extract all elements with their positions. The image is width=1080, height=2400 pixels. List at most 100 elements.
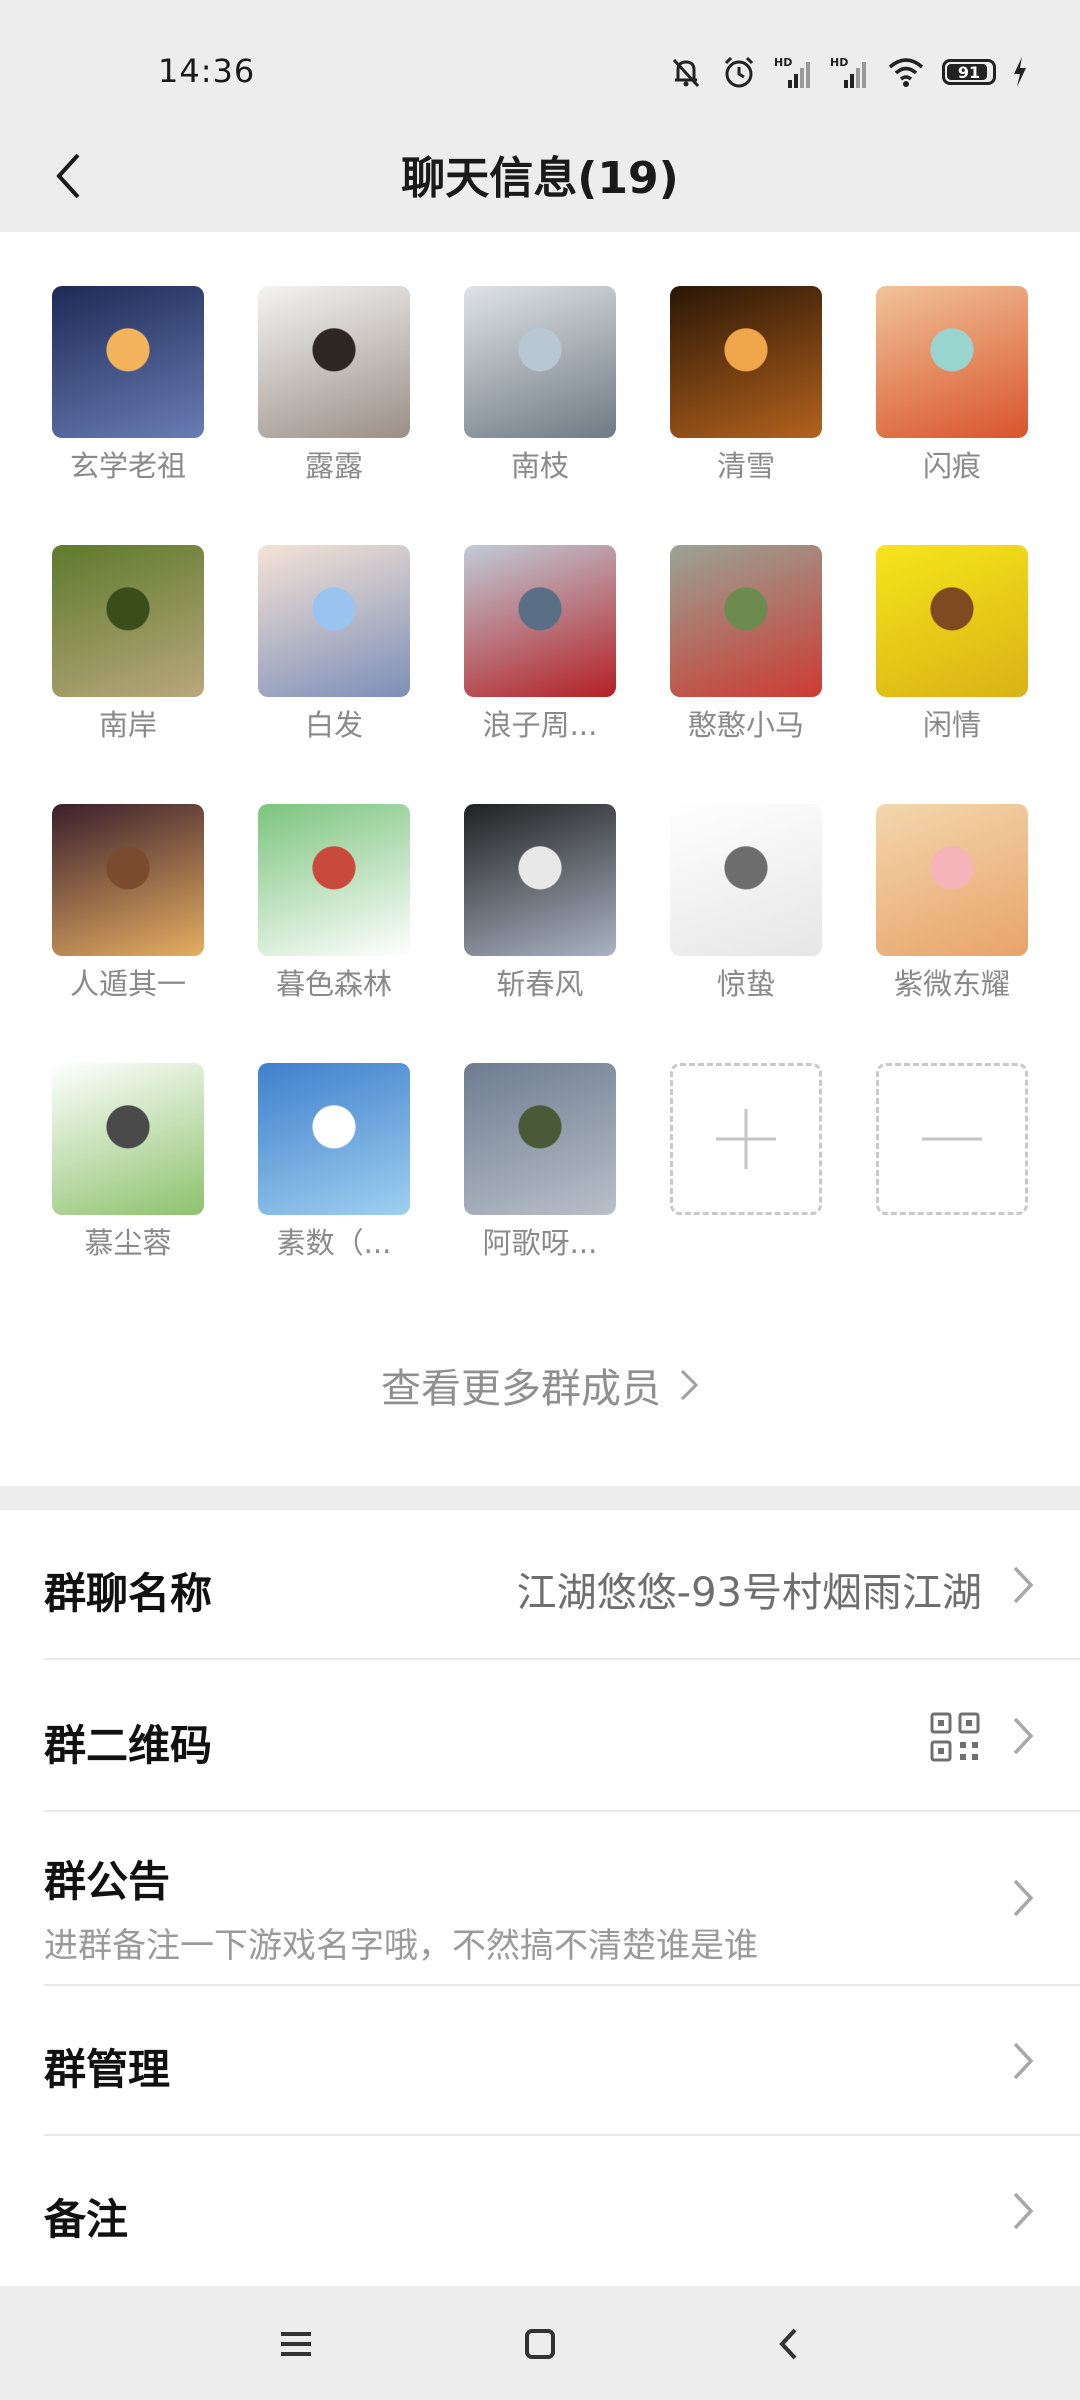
member-item[interactable]: 暮色森林 [258,804,410,1004]
member-item[interactable]: 闲情 [876,545,1028,745]
announcement-label: 群公告 [44,1857,171,1906]
battery-level: 91 [957,62,981,82]
view-more-members-label: 查看更多群成员 [381,1366,661,1412]
chevron-right-icon [1013,1879,1034,1917]
member-avatar[interactable] [670,286,822,438]
member-avatar[interactable] [464,545,616,697]
qr-code-label: 群二维码 [44,1721,213,1770]
member-name: 玄学老祖 [69,449,186,483]
member-avatar[interactable] [52,804,204,956]
alarm-icon [724,56,754,88]
member-item[interactable]: 清雪 [670,286,822,486]
member-item[interactable]: 慕尘蓉 [52,1063,204,1263]
chevron-right-icon [1013,2192,1034,2230]
announcement-text: 进群备注一下游戏名字哦，不然搞不清楚谁是谁 [44,1926,758,1966]
member-item[interactable]: 南岸 [52,545,204,745]
add-member-button[interactable] [670,1063,822,1215]
qr-code-icon [930,1712,980,1762]
member-avatar[interactable] [464,1063,616,1215]
member-avatar[interactable] [876,804,1028,956]
member-item[interactable]: 憨憨小马 [670,545,822,745]
group-management-row[interactable]: 群管理 [0,1986,1080,2136]
member-name: 人遁其一 [69,967,186,1001]
member-name: 闲情 [922,708,981,742]
page-title: 聊天信息(19) [401,153,679,204]
member-item[interactable]: 惊蛰 [670,804,822,1004]
member-name: 南枝 [510,449,569,483]
chevron-right-icon [1013,1717,1034,1755]
system-back-button[interactable] [758,2314,818,2374]
settings-list: 群聊名称 江湖悠悠-93号村烟雨江湖 群二维码 群公告 进群备注一下游戏名字哦，… [0,1510,1080,2286]
member-item[interactable]: 阿歌呀... [464,1063,616,1263]
bell-off-icon [672,58,700,88]
view-more-members-button[interactable]: 查看更多群成员 [0,1356,1080,1414]
system-nav-bar [0,2286,1080,2400]
member-name: 露露 [304,449,363,483]
remark-label: 备注 [44,2195,129,2244]
member-name: 南岸 [98,708,157,742]
member-name: 闪痕 [922,449,981,483]
member-name: 浪子周... [482,708,598,742]
member-item[interactable]: 紫微东耀 [876,804,1028,1004]
remove-member-button[interactable] [876,1063,1028,1215]
member-avatar[interactable] [464,286,616,438]
member-item[interactable]: 玄学老祖 [52,286,204,486]
member-name: 慕尘蓉 [84,1226,172,1260]
member-item[interactable]: 南枝 [464,286,616,486]
member-avatar[interactable] [52,545,204,697]
home-button[interactable] [510,2314,570,2374]
member-name: 憨憨小马 [687,708,804,742]
chevron-right-icon [680,1369,699,1401]
member-avatar[interactable] [464,804,616,956]
member-avatar[interactable] [258,545,410,697]
member-item[interactable]: 闪痕 [876,286,1028,486]
svg-text:HD: HD [830,56,848,69]
group-name-row[interactable]: 群聊名称 江湖悠悠-93号村烟雨江湖 [0,1510,1080,1660]
member-name: 暮色森林 [275,967,392,1001]
hd-signal-icon-2: HD [830,56,866,88]
remove-member-tile[interactable] [876,1063,1028,1215]
member-avatar[interactable] [258,804,410,956]
member-avatar[interactable] [52,286,204,438]
menu-button[interactable] [266,2314,326,2374]
member-avatar[interactable] [876,545,1028,697]
home-icon [525,2329,555,2359]
member-item[interactable]: 白发 [258,545,410,745]
svg-text:HD: HD [774,56,792,69]
announcement-row[interactable]: 群公告 进群备注一下游戏名字哦，不然搞不清楚谁是谁 [0,1812,1080,1986]
member-item[interactable]: 浪子周... [464,545,616,745]
status-time: 14:36 [158,52,256,90]
back-icon [779,2328,797,2360]
status-icons: HD HD 91 [668,50,1028,94]
member-name: 阿歌呀... [482,1226,598,1260]
member-item[interactable]: 人遁其一 [52,804,204,1004]
group-management-label: 群管理 [44,2045,171,2094]
member-item[interactable]: 素数（... [258,1063,410,1263]
hd-signal-icon: HD [774,56,810,88]
member-name: 惊蛰 [716,967,775,1001]
member-avatar[interactable] [258,1063,410,1215]
qr-code-row[interactable]: 群二维码 [0,1660,1080,1812]
remark-row[interactable]: 备注 [0,2136,1080,2286]
member-item[interactable]: 斩春风 [464,804,616,1004]
member-avatar[interactable] [258,286,410,438]
member-avatar[interactable] [52,1063,204,1215]
battery-icon: 91 [942,59,996,85]
member-name: 斩春风 [496,967,584,1001]
group-name-label: 群聊名称 [44,1569,213,1618]
member-avatar[interactable] [670,804,822,956]
member-item[interactable]: 露露 [258,286,410,486]
member-name: 素数（... [276,1226,392,1260]
member-name: 清雪 [716,449,775,483]
member-avatar[interactable] [876,286,1028,438]
charging-icon [1014,57,1026,87]
member-avatar[interactable] [670,545,822,697]
wifi-icon [888,58,924,87]
add-member-tile[interactable] [670,1063,822,1215]
plus-icon [716,1109,776,1169]
member-name: 紫微东耀 [893,967,1010,1001]
chevron-right-icon [1013,1566,1034,1604]
group-name-value: 江湖悠悠-93号村烟雨江湖 [516,1570,982,1616]
status-bar: 14:36 HD HD 91 [0,0,1080,120]
members-panel: 玄学老祖 露露 南枝 清雪 闪痕南岸 白发 浪子周... 憨憨小马 闲情人遁其一 暮色森林 斩春风 惊… [0,232,1080,1486]
